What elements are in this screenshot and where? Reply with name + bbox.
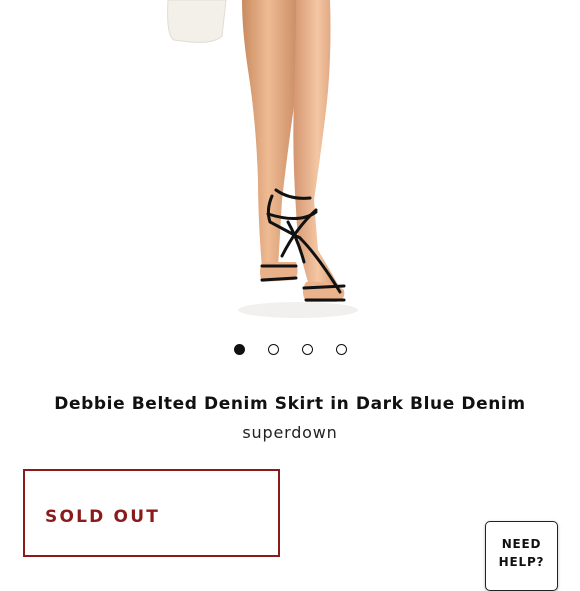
need-help-line-2: HELP? [498, 555, 545, 569]
carousel-dot-2[interactable] [268, 344, 279, 355]
floor-shadow [238, 302, 358, 318]
bag-shape [167, 0, 227, 43]
sold-out-label: SOLD OUT [45, 507, 161, 527]
carousel-dot-1[interactable] [234, 344, 245, 355]
product-title: Debbie Belted Denim Skirt in Dark Blue D… [54, 394, 526, 414]
product-photo [167, 0, 358, 318]
carousel-dot-3[interactable] [302, 344, 313, 355]
carousel-pagination [0, 344, 580, 358]
sold-out-button[interactable]: SOLD OUT [23, 469, 280, 557]
need-help-button[interactable]: NEED HELP? [485, 521, 558, 591]
carousel-dot-4[interactable] [336, 344, 347, 355]
product-brand[interactable]: superdown [0, 423, 580, 442]
product-image[interactable] [0, 0, 580, 330]
need-help-line-1: NEED [501, 537, 542, 551]
